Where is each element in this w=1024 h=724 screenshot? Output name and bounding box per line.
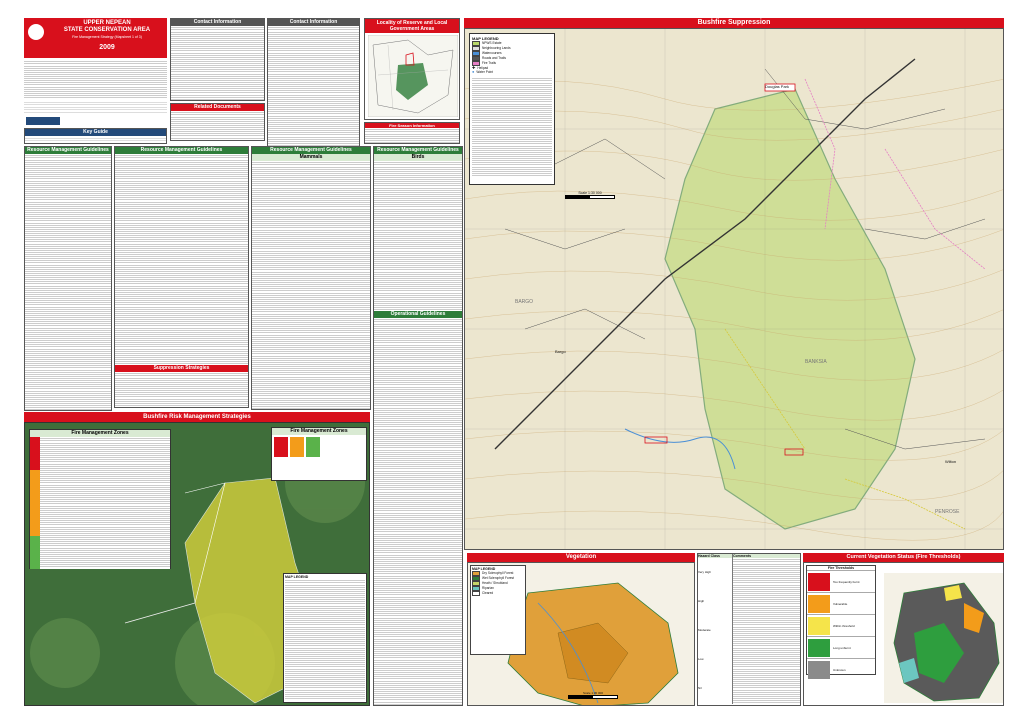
bushfire-suppression-map: Douglas Park Wilton BARGO Bargo BANKSIA …: [464, 28, 1004, 550]
map-label-bargo: Bargo: [555, 349, 566, 354]
fire-threshold-label: Unknown: [833, 667, 846, 672]
fire-thresholds-legend: Fire Thresholds Too frequently burnt Vuln…: [806, 565, 876, 679]
scale-bar: [565, 195, 615, 199]
veg-legend-0: Dry Sclerophyll Forest: [482, 571, 514, 576]
legend-neighbouring: Neighbouring Lands: [482, 46, 511, 51]
bushfire-suppression-header: Bushfire Suppression: [464, 18, 1004, 28]
environment-logo: [26, 117, 60, 125]
water-point-icon: ●: [472, 69, 475, 75]
hazard-row-1: High: [698, 599, 705, 603]
contact-info-header: Contact Information: [268, 19, 359, 26]
legend-water-point: Water Point: [476, 70, 493, 75]
title-line-3: Fire Management Strategy (Mapsheet 1 of …: [72, 35, 142, 39]
fire-threshold-swatch: [808, 660, 830, 679]
fire-history-table: Contact Information: [170, 18, 265, 101]
suppression-map-legend: MAP LEGEND NPWS Estate Neighbouring Land…: [469, 33, 555, 185]
contact-header: Contact Information: [171, 19, 264, 26]
title-block: UPPER NEPEAN STATE CONSERVATION AREA Fir…: [24, 18, 167, 58]
fire-management-zones-key: Fire Management Zones: [271, 427, 367, 481]
vegetation-map: MAP LEGEND Dry Sclerophyll Forest Wet Sc…: [467, 562, 695, 706]
legend-roads: Roads and Trails: [482, 56, 506, 61]
map-label-banksia: BANKSIA: [805, 359, 827, 365]
fire-threshold-swatch: [808, 572, 830, 591]
hazard-row-4: Nil: [698, 686, 702, 690]
veg-legend-3: Riparian: [482, 586, 494, 591]
summary-text: [24, 100, 167, 114]
npws-logo: [28, 24, 44, 40]
fire-threshold-row: Unknown: [807, 658, 875, 680]
suppression-scale: Scale 1:30 000: [565, 191, 615, 199]
operational-header: Operational Guidelines: [374, 311, 462, 318]
legend-fire-trails: Fire Trails: [482, 61, 496, 66]
resource-guidelines-col-2: Resource Management Guidelines Suppressi…: [114, 146, 249, 408]
risk-map-legend: MAP LEGEND: [283, 573, 367, 703]
fire-threshold-row: Long unburnt: [807, 636, 875, 658]
resource-header-3: Resource Management Guidelines: [252, 147, 370, 154]
hazard-row-0: Very High: [698, 570, 712, 574]
title-line-2: STATE CONSERVATION AREA: [63, 27, 151, 33]
resource-header-2: Resource Management Guidelines: [115, 147, 248, 154]
intro-text: [24, 60, 167, 98]
veg-legend-2: Heath / Shrubland: [482, 581, 508, 586]
key-guide: Key Guide: [24, 128, 167, 144]
fire-season-panel: Fire Season Information: [364, 122, 460, 144]
title-line-1: UPPER NEPEAN: [83, 20, 131, 26]
risk-strategies-header: Bushfire Risk Management Strategies: [24, 412, 370, 422]
veg-legend-1: Wet Sclerophyll Forest: [482, 576, 515, 581]
fire-threshold-swatch: [808, 638, 830, 657]
vegetation-legend: MAP LEGEND Dry Sclerophyll Forest Wet Sc…: [470, 565, 526, 655]
vegetation-header: Vegetation: [467, 553, 695, 562]
map-label-douglas-park: Douglas Park: [765, 84, 790, 89]
fire-threshold-swatch: [808, 594, 830, 613]
fire-threshold-row: Within threshold: [807, 614, 875, 636]
fmz-header: Fire Management Zones: [30, 430, 170, 437]
resource-guidelines-col-4: Resource Management Guidelines Birds Ope…: [373, 146, 463, 706]
fire-threshold-label: Vulnerable: [833, 601, 848, 606]
legend-watercourses: Watercourses: [482, 51, 502, 56]
current-vegetation-map: [884, 573, 1003, 703]
locality-map: [368, 35, 458, 117]
vegetation-scale: Scale 1:30 000: [568, 691, 618, 699]
birds-header: Birds: [374, 154, 462, 161]
map-label-wilton: Wilton: [945, 459, 957, 464]
fire-management-zones-table: Fire Management Zones: [29, 429, 171, 569]
locality-panel: Locality of Reserve and Local Government…: [364, 18, 460, 120]
contact-info-table: Contact Information: [267, 18, 360, 158]
map-label-penrose: PENROSE: [935, 509, 960, 515]
locality-header: Locality of Reserve and Local Government…: [365, 19, 459, 33]
mammals-header: Mammals: [252, 154, 370, 161]
resource-header-1: Resource Management Guidelines: [25, 147, 111, 154]
hazard-row-3: Low: [698, 657, 704, 661]
hazard-class-table: Hazard Class Comments Very High High Mod…: [697, 553, 801, 706]
related-documents: Related Documents: [170, 103, 265, 141]
veg-legend-4: Cleared: [482, 591, 494, 596]
fire-threshold-row: Vulnerable: [807, 592, 875, 614]
map-label-bargo-upper: BARGO: [515, 299, 534, 305]
resource-guidelines-col-1: Resource Management Guidelines: [24, 146, 112, 411]
legend-npws-estate: NPWS Estate: [482, 41, 502, 46]
resource-guidelines-col-3: Resource Management Guidelines Mammals: [251, 146, 371, 410]
hazard-row-2: Moderate: [698, 628, 711, 632]
current-vegetation-panel: Fire Thresholds Too frequently burnt Vuln…: [803, 562, 1004, 706]
fmz-key-header: Fire Management Zones: [272, 428, 366, 435]
fire-threshold-swatch: [808, 616, 830, 635]
resource-header-4: Resource Management Guidelines: [374, 147, 462, 154]
fire-threshold-label: Too frequently burnt: [833, 579, 860, 584]
suppression-strategies-header: Suppression Strategies: [115, 365, 248, 372]
related-documents-header: Related Documents: [171, 104, 264, 111]
risk-strategies-panel: Fire Management Zones Fire Management Zo…: [24, 422, 370, 706]
title-year: 2009: [99, 44, 115, 51]
fire-threshold-label: Long unburnt: [833, 645, 851, 650]
key-guide-header: Key Guide: [25, 129, 166, 136]
fire-threshold-row: Too frequently burnt: [807, 570, 875, 592]
fire-threshold-label: Within threshold: [833, 623, 855, 628]
current-vegetation-header: Current Vegetation Status (Fire Threshol…: [803, 553, 1004, 562]
